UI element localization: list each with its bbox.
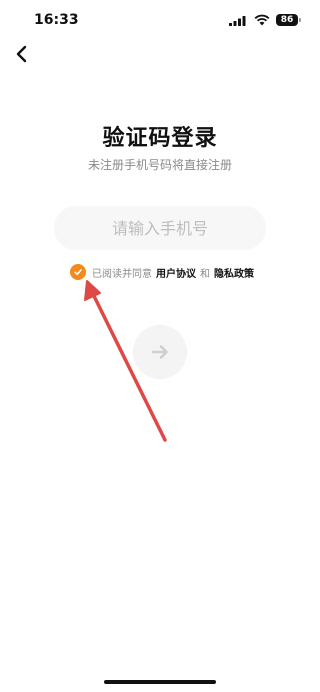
page-title: 验证码登录 bbox=[102, 126, 218, 151]
checkmark-icon bbox=[74, 269, 82, 276]
privacy-policy-link[interactable]: 隐私政策 bbox=[214, 265, 254, 280]
agreement-checkbox[interactable] bbox=[70, 264, 86, 280]
wifi-icon bbox=[254, 14, 270, 26]
phone-input[interactable] bbox=[54, 206, 266, 250]
user-agreement-link[interactable]: 用户协议 bbox=[156, 265, 196, 280]
status-time: 16:33 bbox=[34, 12, 79, 28]
arrow-right-icon bbox=[151, 345, 168, 359]
status-bar: 16:33 86 bbox=[0, 0, 320, 40]
battery-level: 86 bbox=[280, 15, 294, 25]
agreement-prefix: 已阅读并同意 bbox=[92, 268, 152, 280]
page-subtitle: 未注册手机号码将直接注册 bbox=[87, 158, 232, 172]
battery-cap bbox=[299, 18, 301, 22]
battery-icon: 86 bbox=[276, 14, 298, 26]
chevron-left-icon[interactable] bbox=[10, 42, 34, 66]
home-indicator bbox=[104, 680, 216, 684]
cellular-signal-icon bbox=[229, 16, 246, 26]
agreement-conjunction: 和 bbox=[200, 268, 210, 280]
next-button[interactable] bbox=[133, 325, 187, 379]
agreement-row: 已阅读并同意 用户协议 和 隐私政策 bbox=[70, 263, 258, 281]
